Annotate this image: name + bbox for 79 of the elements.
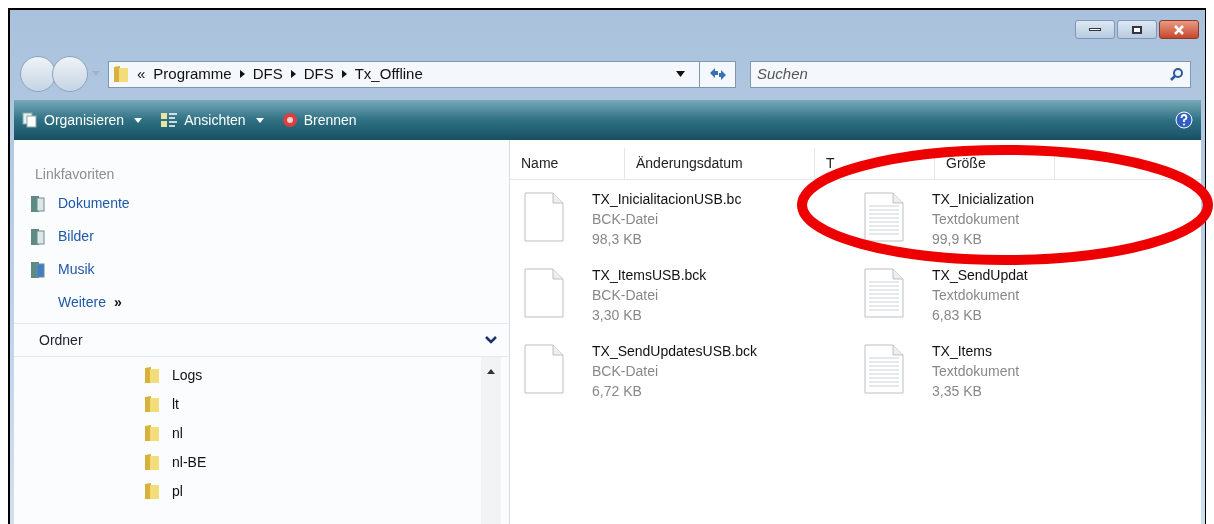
folder-item[interactable]: nl-BE: [172, 451, 207, 473]
folder-icon: [144, 482, 160, 500]
folder-icon: [144, 424, 160, 442]
folder-item[interactable]: nl: [172, 422, 183, 444]
breadcrumb-item[interactable]: DFS: [303, 62, 334, 86]
documents-library-icon: [30, 194, 46, 213]
pages-icon: [22, 112, 38, 128]
text-file-icon: [864, 344, 904, 394]
file-size: 6,83 KB: [932, 306, 983, 325]
file-type: BCK-Datei: [592, 210, 660, 229]
favorite-link[interactable]: Dokumente: [58, 193, 130, 214]
file-name[interactable]: TX_SendUpdat: [932, 265, 1028, 285]
close-button[interactable]: [1159, 20, 1199, 39]
file-icon: [524, 268, 564, 318]
file-name[interactable]: TX_ItemsUSB.bck: [592, 265, 707, 285]
refresh-icon: [708, 67, 727, 81]
folder-icon: [144, 395, 160, 413]
help-icon[interactable]: [1175, 111, 1193, 129]
folder-item[interactable]: Logs: [172, 364, 203, 386]
file-type: BCK-Datei: [592, 286, 660, 305]
column-header[interactable]: T: [815, 148, 935, 179]
toolbar-button[interactable]: Organisieren: [22, 109, 143, 131]
folder-item[interactable]: lt: [172, 393, 179, 415]
caret-icon: [134, 117, 143, 123]
folder-item[interactable]: pl: [172, 480, 183, 502]
breadcrumb-item[interactable]: Programme: [153, 62, 232, 86]
column-header[interactable]: Änderungsdatum: [625, 148, 815, 179]
file-name[interactable]: TX_Inicialization: [932, 189, 1034, 209]
breadcrumb-arrow-icon[interactable]: [290, 70, 296, 78]
favorite-link[interactable]: Weitere »: [58, 292, 122, 313]
text-file-icon: [864, 268, 904, 318]
column-header[interactable]: Name: [510, 148, 625, 179]
file-name[interactable]: TX_InicialitacionUSB.bc: [592, 189, 742, 209]
file-size: 98,3 KB: [592, 230, 643, 249]
file-type: BCK-Datei: [592, 362, 660, 381]
chevron-down-icon[interactable]: [485, 336, 497, 344]
caret-icon: [92, 71, 100, 77]
pictures-library-icon: [30, 227, 46, 246]
breadcrumb-arrow-icon[interactable]: [341, 70, 347, 78]
file-icon: [524, 344, 564, 394]
search-field[interactable]: Suchen: [750, 60, 1191, 88]
folder-icon: [144, 366, 160, 384]
address-bar[interactable]: « Programme DFS DFS Tx_Offline: [108, 60, 736, 88]
text-file-icon: [864, 192, 904, 242]
music-library-icon: [30, 260, 46, 279]
caret-icon: [255, 117, 264, 123]
breadcrumb-arrow-icon[interactable]: [239, 70, 245, 78]
folder-icon: [113, 65, 129, 83]
file-size: 3,35 KB: [932, 382, 983, 401]
overflow-chevron[interactable]: «: [137, 62, 146, 86]
close-icon: [1173, 24, 1185, 35]
breadcrumb-item[interactable]: Tx_Offline: [354, 62, 423, 86]
file-size: 6,72 KB: [592, 382, 643, 401]
maximize-button[interactable]: [1117, 20, 1157, 39]
search-icon: [1170, 67, 1184, 81]
file-type: Textdokument: [932, 286, 1021, 305]
file-icon: [524, 192, 564, 242]
views-icon: [160, 112, 179, 128]
toolbar-button[interactable]: Ansichten: [160, 109, 264, 131]
column-header[interactable]: Größe: [935, 148, 1055, 179]
file-name[interactable]: TX_Items: [932, 341, 1020, 361]
file-type: Textdokument: [932, 362, 1020, 381]
file-size: 3,30 KB: [592, 306, 643, 325]
minimize-button[interactable]: [1075, 20, 1115, 39]
section-title: Ordner: [39, 330, 83, 350]
folder-icon: [144, 453, 160, 471]
favorite-link[interactable]: Musik: [58, 259, 95, 280]
section-title: Linkfavoriten: [35, 165, 116, 184]
favorite-link[interactable]: Bilder: [58, 226, 94, 247]
scroll-up-icon[interactable]: [487, 369, 495, 374]
disc-icon: [281, 112, 298, 128]
scrollbar[interactable]: [481, 357, 501, 524]
toolbar-button[interactable]: Brennen: [281, 109, 357, 131]
file-size: 99,9 KB: [932, 230, 983, 249]
caret-icon[interactable]: [676, 71, 685, 77]
breadcrumb-item[interactable]: DFS: [252, 62, 283, 86]
file-type: Textdokument: [932, 210, 1021, 229]
file-name[interactable]: TX_SendUpdatesUSB.bck: [592, 341, 757, 361]
search-input[interactable]: Suchen: [757, 62, 1170, 86]
